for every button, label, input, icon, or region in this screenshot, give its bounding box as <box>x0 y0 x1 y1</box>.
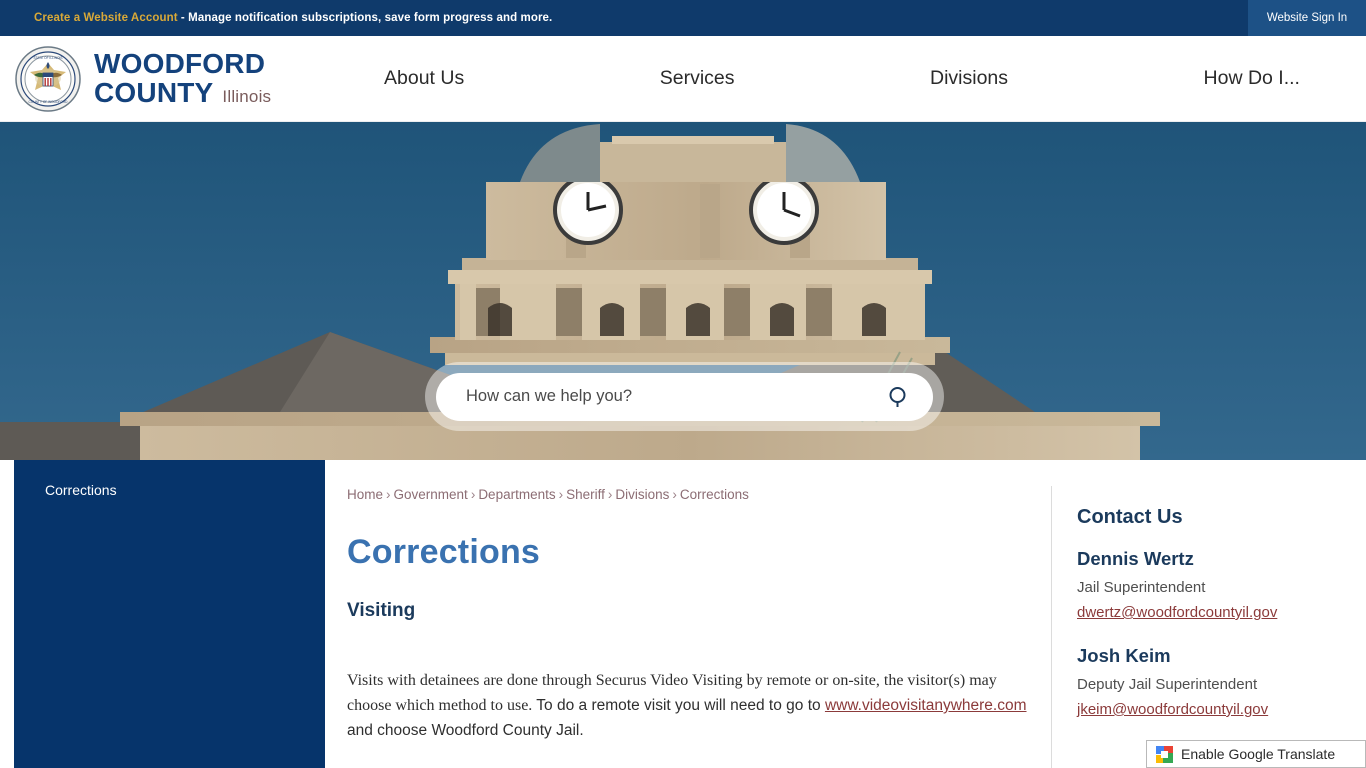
google-translate-label: Enable Google Translate <box>1181 746 1336 762</box>
svg-text:STATE OF ILLINOIS: STATE OF ILLINOIS <box>33 56 62 60</box>
breadcrumb-item-divisions[interactable]: Divisions <box>615 487 669 502</box>
breadcrumb-separator: › <box>386 487 391 502</box>
logo-line-1: WOODFORD <box>94 47 266 79</box>
utility-topbar: Create a Website Account - Manage notifi… <box>0 0 1366 36</box>
breadcrumb-item-corrections: Corrections <box>679 487 749 502</box>
county-seal-icon: STATE OF ILLINOIS COUNTY OF WOODFORD <box>15 45 81 112</box>
breadcrumb-separator: › <box>607 487 613 502</box>
breadcrumb-item-sheriff[interactable]: Sheriff <box>566 487 605 502</box>
breadcrumb-item-home[interactable]: Home <box>347 487 383 502</box>
create-account-link[interactable]: Create a Website Account <box>34 12 178 24</box>
contact-divider <box>1051 486 1052 768</box>
breadcrumb-separator: › <box>558 487 564 502</box>
search-button[interactable] <box>879 377 919 417</box>
paragraph-text-part-3: and choose Woodford County Jail. <box>347 722 584 739</box>
nav-item-services[interactable]: Services <box>660 67 735 90</box>
contact-email-link[interactable]: dwertz@woodfordcountyil.gov <box>1077 604 1357 621</box>
logo-state: Illinois <box>222 87 272 107</box>
contact-name: Dennis Wertz <box>1077 548 1194 569</box>
search-input[interactable] <box>466 387 879 406</box>
hero-banner <box>0 122 1366 460</box>
visiting-paragraph: Visits with detainees are done through S… <box>347 668 1037 743</box>
site-logo[interactable]: STATE OF ILLINOIS COUNTY OF WOODFORD WOO… <box>14 45 344 113</box>
section-heading-visiting: Visiting <box>347 600 416 621</box>
topbar-message: Create a Website Account - Manage notifi… <box>34 12 552 24</box>
site-header: STATE OF ILLINOIS COUNTY OF WOODFORD WOO… <box>0 36 1366 122</box>
contact-role: Jail Superintendent <box>1077 579 1206 596</box>
nav-item-how-do-i[interactable]: How Do I... <box>1204 67 1300 90</box>
video-visit-link[interactable]: www.videovisitanywhere.com <box>825 697 1027 714</box>
nav-item-about-us[interactable]: About Us <box>384 67 464 90</box>
breadcrumb-item-government[interactable]: Government <box>394 487 468 502</box>
paragraph-text-part-2: To do a remote visit you will need to go… <box>536 697 825 714</box>
contact-role: Deputy Jail Superintendent <box>1077 676 1258 693</box>
breadcrumb-separator: › <box>672 487 677 502</box>
main-column: Home › Government › Departments › Sheriff › Divi… <box>347 460 1037 743</box>
breadcrumb-item-departments[interactable]: Departments <box>478 487 555 502</box>
contact-column: Contact Us Dennis Wertz Jail Superintend… <box>1077 460 1357 718</box>
svg-text:COUNTY OF WOODFORD: COUNTY OF WOODFORD <box>29 100 69 104</box>
page-title: Corrections <box>347 533 541 571</box>
logo-line-2: COUNTY <box>94 77 214 109</box>
page-content: Corrections Home › Government › Departments ›… <box>0 460 1366 768</box>
enable-google-translate-button[interactable]: Enable Google Translate <box>1146 740 1366 768</box>
search-icon <box>889 386 906 407</box>
breadcrumb-separator: › <box>470 487 476 502</box>
topbar-message-text: - Manage notification subscriptions, sav… <box>177 12 553 24</box>
contact-email-link[interactable]: jkeim@woodfordcountyil.gov <box>1077 701 1357 718</box>
hero-search-box <box>436 372 933 421</box>
contact-person: Dennis Wertz Jail Superintendent dwertz@… <box>1077 548 1357 621</box>
main-navigation: About Us Services Divisions How Do I... <box>344 67 1366 90</box>
hero-search-container <box>425 362 944 431</box>
website-signin-button[interactable]: Website Sign In <box>1248 0 1366 36</box>
section-sidebar: Corrections <box>14 460 325 768</box>
nav-item-divisions[interactable]: Divisions <box>930 67 1008 90</box>
google-translate-icon <box>1156 745 1173 763</box>
contact-us-heading: Contact Us <box>1077 506 1183 528</box>
logo-text: WOODFORD COUNTY Illinois <box>94 47 272 109</box>
contact-person: Josh Keim Deputy Jail Superintendent jke… <box>1077 645 1357 718</box>
sidebar-item-corrections[interactable]: Corrections <box>14 460 325 498</box>
contact-name: Josh Keim <box>1077 645 1171 666</box>
breadcrumb: Home › Government › Departments › Sheriff › Divi… <box>347 460 1037 502</box>
